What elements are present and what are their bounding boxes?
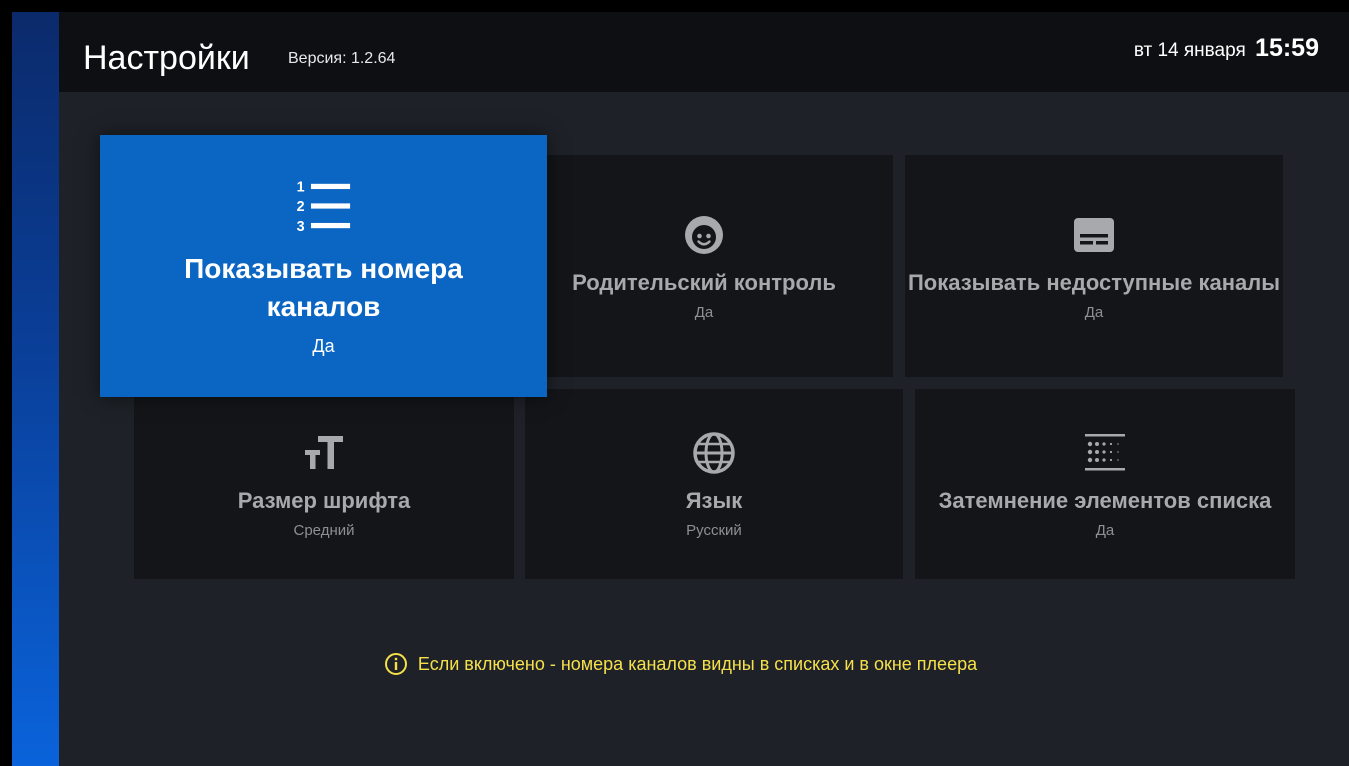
tile-label: Размер шрифта — [237, 487, 411, 513]
setting-tile-show-unavailable[interactable]: Показывать недоступные каналы Да — [905, 155, 1283, 377]
date-time: вт 14 января 15:59 — [1134, 34, 1319, 63]
tile-value: Да — [312, 335, 335, 356]
app-version: Версия: 1.2.64 — [288, 50, 396, 67]
tile-value: Русский — [686, 521, 742, 539]
subtitles-icon — [1074, 217, 1114, 252]
hint-text: Если включено - номера каналов видны в с… — [417, 653, 978, 674]
globe-icon — [693, 431, 735, 474]
tile-label: Показывать недоступные каналы — [907, 269, 1281, 295]
info-icon — [384, 653, 407, 675]
tile-label: Родительский контроль — [572, 269, 836, 295]
svg-text:1: 1 — [296, 179, 304, 195]
tile-value: Да — [1084, 303, 1104, 321]
child-face-icon — [685, 215, 723, 254]
tile-value: Средний — [293, 521, 355, 539]
setting-tile-show-channel-numbers[interactable]: 1 2 3 Показывать номера каналов Да — [100, 135, 547, 397]
tile-label: Язык — [685, 487, 743, 513]
tile-value: Да — [1095, 521, 1115, 539]
setting-tile-dim-list-items[interactable]: Затемнение элементов списка Да — [915, 389, 1295, 579]
current-date: вт 14 января — [1133, 40, 1246, 61]
tile-label: Показывать номера каналов — [184, 252, 463, 322]
setting-tile-parental-control[interactable]: Родительский контроль Да — [515, 155, 893, 377]
page-title: Настройки — [83, 39, 250, 77]
current-time: 15:59 — [1255, 34, 1319, 62]
svg-text:3: 3 — [296, 218, 304, 234]
setting-tile-font-size[interactable]: Размер шрифта Средний — [134, 389, 514, 579]
setting-tile-language[interactable]: Язык Русский — [525, 389, 903, 579]
hint-message: Если включено - номера каналов видны в с… — [12, 652, 1349, 676]
svg-text:2: 2 — [296, 199, 304, 215]
tile-label: Затемнение элементов списка — [938, 487, 1272, 513]
settings-screen: Настройки Версия: 1.2.64 вт 14 января 15… — [12, 12, 1349, 766]
format-size-icon — [305, 435, 343, 469]
format-list-numbered-icon: 1 2 3 — [296, 179, 350, 234]
tile-value: Да — [694, 303, 714, 321]
blur-dots-icon — [1085, 433, 1125, 470]
top-bar: Настройки Версия: 1.2.64 вт 14 января 15… — [59, 12, 1349, 92]
